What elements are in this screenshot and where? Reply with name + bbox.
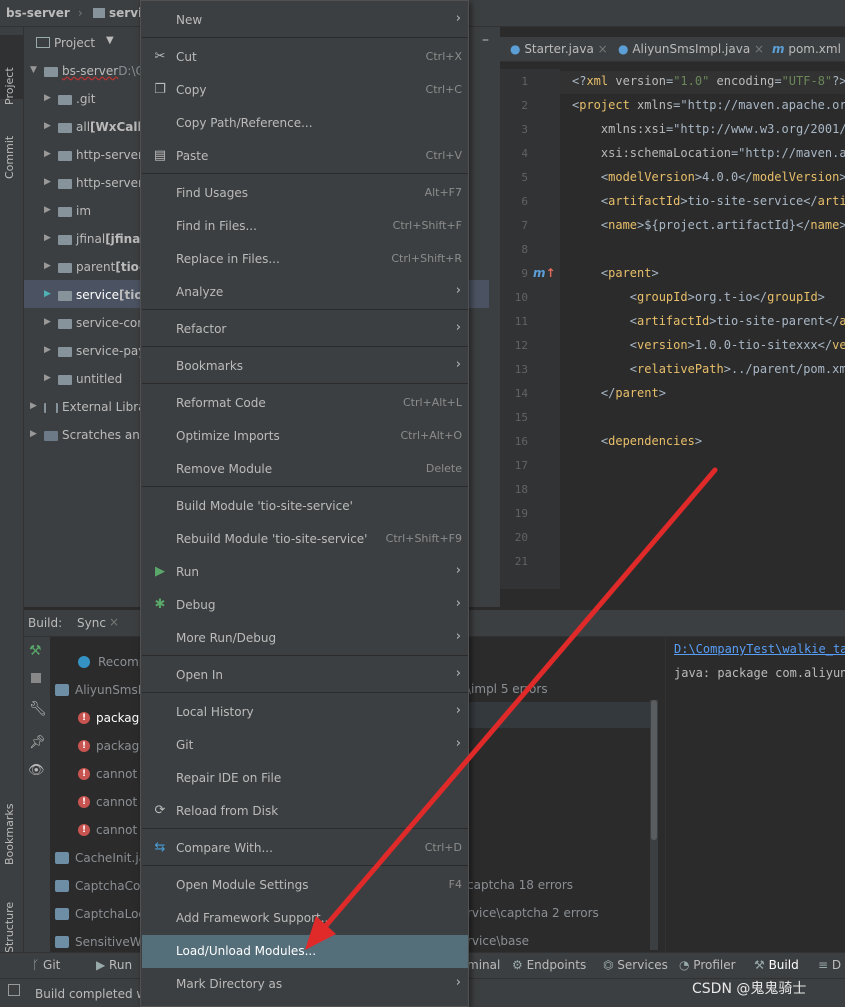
annotation-arrow bbox=[305, 467, 718, 950]
